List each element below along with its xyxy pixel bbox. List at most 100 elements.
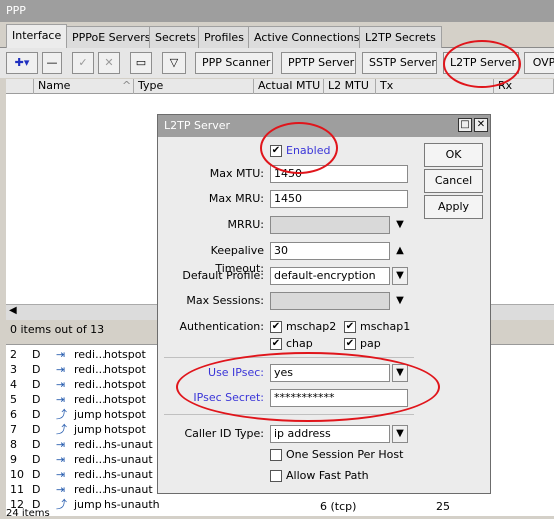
row-type: hs-unaut xyxy=(104,438,153,451)
row-type: hs-unauth xyxy=(104,498,160,511)
default-profile-label: Default Profile: xyxy=(182,269,264,282)
protocol-cell: 6 (tcp) xyxy=(320,500,357,513)
keepalive-label: Keepalive Timeout: xyxy=(210,244,264,275)
pap-checkbox[interactable]: ✔ xyxy=(344,338,356,350)
row-name: redi... xyxy=(74,363,106,376)
row-flag: D xyxy=(32,468,41,481)
comment-icon[interactable]: ▭ xyxy=(130,52,152,74)
row-name: redi... xyxy=(74,483,106,496)
row-type: hs-unaut xyxy=(104,483,153,496)
mschap1-label: mschap1 xyxy=(360,320,411,333)
add-button[interactable]: ✚▾ xyxy=(6,52,38,74)
tab-pppoe-servers[interactable]: PPPoE Servers xyxy=(66,26,157,48)
row-name: jump xyxy=(74,498,102,511)
ipsec-secret-label: IPsec Secret: xyxy=(193,391,264,404)
col-name[interactable]: Name ^ xyxy=(34,79,134,94)
row-type: hotspot xyxy=(104,363,146,376)
one-session-checkbox[interactable] xyxy=(270,449,282,461)
caller-id-dropdown-icon[interactable]: ▼ xyxy=(392,425,408,443)
redirect-icon: ⇥ xyxy=(56,453,66,466)
default-profile-select[interactable]: default-encryption xyxy=(270,267,390,285)
chap-checkbox[interactable]: ✔ xyxy=(270,338,282,350)
col-tx[interactable]: Tx xyxy=(376,79,494,94)
tab-l2tp-secrets[interactable]: L2TP Secrets xyxy=(359,26,442,48)
maximize-icon[interactable]: □ xyxy=(458,118,472,132)
enabled-checkbox[interactable]: ✔ xyxy=(270,145,282,157)
background-footer: 24 items xyxy=(6,508,50,519)
col-flags[interactable] xyxy=(6,79,34,94)
cancel-button[interactable]: Cancel xyxy=(424,169,483,193)
ovpn-server-button[interactable]: OVP xyxy=(524,52,554,74)
value-cell: 25 xyxy=(436,500,450,513)
mrru-expand-icon[interactable]: ▼ xyxy=(394,216,406,234)
row-flag: D xyxy=(32,363,41,376)
keepalive-field[interactable]: 30 xyxy=(270,242,390,260)
row-name: redi... xyxy=(74,438,106,451)
window-title: PPP xyxy=(0,0,554,22)
row-number: 2 xyxy=(10,348,17,361)
tab-active-connections[interactable]: Active Connections xyxy=(248,26,366,48)
tab-interface[interactable]: Interface xyxy=(6,24,68,49)
row-number: 5 xyxy=(10,393,17,406)
ok-button[interactable]: OK xyxy=(424,143,483,167)
redirect-icon: ⇥ xyxy=(56,363,66,376)
use-ipsec-label: Use IPsec: xyxy=(208,366,264,379)
row-type: hotspot xyxy=(104,393,146,406)
col-rx[interactable]: Rx xyxy=(494,79,554,94)
use-ipsec-select[interactable]: yes xyxy=(270,364,390,382)
tab-bar: Interface PPPoE Servers Secrets Profiles… xyxy=(0,24,554,49)
col-l2-mtu[interactable]: L2 MTU xyxy=(324,79,376,94)
redirect-icon: ⇥ xyxy=(56,348,66,361)
remove-icon[interactable]: — xyxy=(42,52,62,74)
caller-id-select[interactable]: ip address xyxy=(270,425,390,443)
scroll-left-icon[interactable]: ◀ xyxy=(9,305,17,316)
max-mru-field[interactable]: 1450 xyxy=(270,190,408,208)
col-type[interactable]: Type xyxy=(134,79,254,94)
ppp-scanner-button[interactable]: PPP Scanner xyxy=(195,52,273,74)
tab-profiles[interactable]: Profiles xyxy=(198,26,250,48)
mrru-label: MRRU: xyxy=(227,218,264,231)
sstp-server-button[interactable]: SSTP Server xyxy=(362,52,437,74)
jump-icon: ⤴ xyxy=(56,498,67,511)
default-profile-dropdown-icon[interactable]: ▼ xyxy=(392,267,408,285)
tab-secrets[interactable]: Secrets xyxy=(149,26,202,48)
redirect-icon: ⇥ xyxy=(56,468,66,481)
max-mtu-field[interactable]: 1450 xyxy=(270,165,408,183)
mrru-field[interactable] xyxy=(270,216,390,234)
chap-label: chap xyxy=(286,337,313,350)
table-row[interactable]: 12 Djump hs-unauth ⤴ xyxy=(6,497,554,512)
row-type: hs-unaut xyxy=(104,453,153,466)
keepalive-collapse-icon[interactable]: ▲ xyxy=(394,242,406,260)
filter-icon[interactable]: ▽ xyxy=(162,52,186,74)
row-name: jump xyxy=(74,423,102,436)
row-number: 11 xyxy=(10,483,24,496)
close-icon[interactable]: ✕ xyxy=(474,118,488,132)
apply-button[interactable]: Apply xyxy=(424,195,483,219)
max-mtu-label: Max MTU: xyxy=(209,167,264,180)
l2tp-server-button[interactable]: L2TP Server xyxy=(443,52,519,74)
row-number: 3 xyxy=(10,363,17,376)
ipsec-secret-field[interactable]: *********** xyxy=(270,389,408,407)
row-name: jump xyxy=(74,408,102,421)
fast-path-checkbox[interactable] xyxy=(270,470,282,482)
row-type: hotspot xyxy=(104,408,146,421)
row-number: 7 xyxy=(10,423,17,436)
row-name: redi... xyxy=(74,348,106,361)
enable-icon[interactable]: ✓ xyxy=(72,52,94,74)
max-sessions-expand-icon[interactable]: ▼ xyxy=(394,292,406,310)
redirect-icon: ⇥ xyxy=(56,438,66,451)
col-actual-mtu[interactable]: Actual MTU xyxy=(254,79,324,94)
row-flag: D xyxy=(32,378,41,391)
mschap1-checkbox[interactable]: ✔ xyxy=(344,321,356,333)
use-ipsec-dropdown-icon[interactable]: ▼ xyxy=(392,364,408,382)
jump-icon: ⤴ xyxy=(56,408,67,421)
max-sessions-field[interactable] xyxy=(270,292,390,310)
row-flag: D xyxy=(32,408,41,421)
l2tp-server-dialog: L2TP Server □ ✕ ✔ Enabled Max MTU: 1450 … xyxy=(157,114,491,494)
row-number: 4 xyxy=(10,378,17,391)
dialog-titlebar: L2TP Server □ ✕ xyxy=(158,115,490,137)
disable-icon[interactable]: ✕ xyxy=(98,52,120,74)
row-number: 8 xyxy=(10,438,17,451)
pptp-server-button[interactable]: PPTP Server xyxy=(281,52,356,74)
mschap2-checkbox[interactable]: ✔ xyxy=(270,321,282,333)
